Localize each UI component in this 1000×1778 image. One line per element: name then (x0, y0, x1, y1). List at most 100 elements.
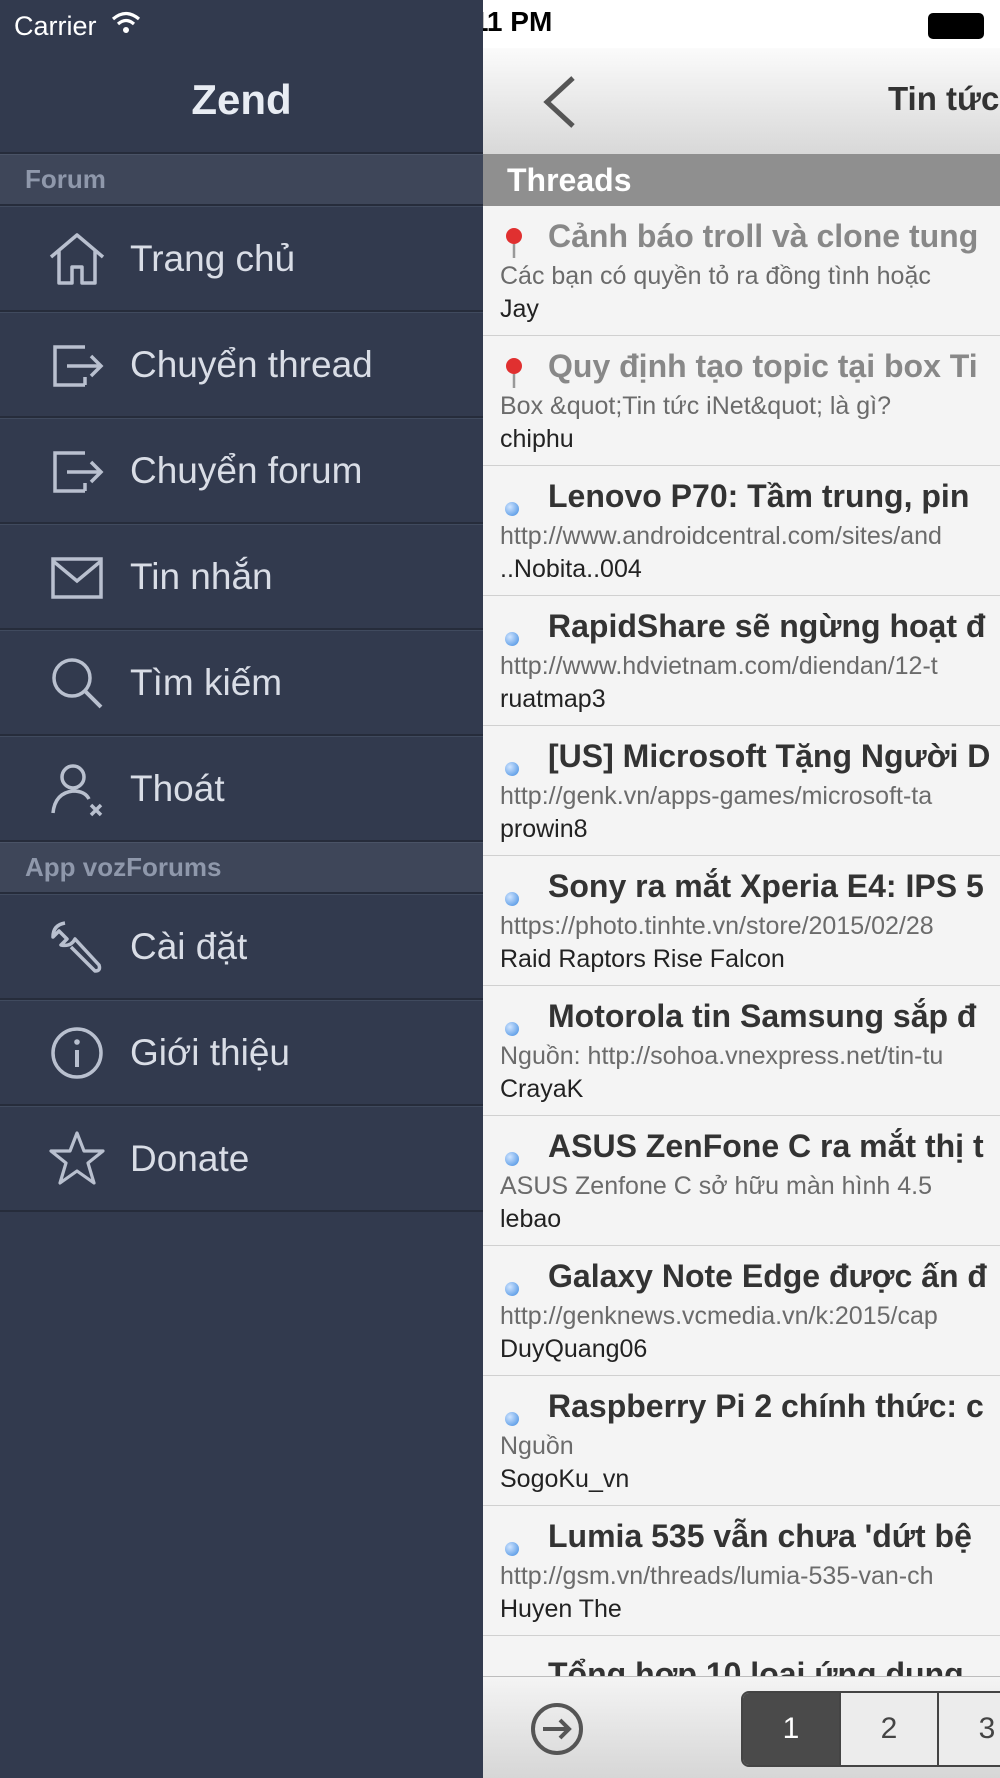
nav-title: Tin tức (888, 80, 1000, 117)
thread-title: Sony ra mắt Xperia E4: IPS 5 (548, 868, 984, 904)
thread-title: RapidShare sẽ ngừng hoạt đ (548, 608, 986, 644)
thread-title: Lenovo P70: Tầm trung, pin (548, 478, 970, 514)
thread-row[interactable]: [US] Microsoft Tặng Người D http://genk.… (483, 726, 1000, 856)
thread-snippet: http://genk.vn/apps-games/microsoft-ta (500, 782, 933, 810)
menu-item-search[interactable]: Tìm kiếm (0, 630, 483, 736)
status-bar-left: Carrier (14, 6, 141, 46)
section-header-forum: Forum (0, 154, 483, 206)
thread-snippet: http://gsm.vn/threads/lumia-535-van-ch (500, 1562, 934, 1590)
thread-row[interactable]: Cảnh báo troll và clone tung Các bạn có … (483, 206, 1000, 336)
menu-item-go-to-forum[interactable]: Chuyển forum (0, 418, 483, 524)
thread-snippet: http://www.androidcentral.com/sites/and (500, 522, 942, 550)
unread-dot-icon (505, 892, 519, 906)
menu-item-label: Tin nhắn (130, 555, 273, 597)
home-icon (42, 224, 112, 294)
menu-item-label: Donate (130, 1137, 250, 1179)
go-to-thread-icon (42, 330, 112, 400)
thread-author: Raid Raptors Rise Falcon (500, 945, 785, 973)
thread-author: Huyen The (500, 1595, 622, 1623)
thread-snippet: ASUS Zenfone C sở hữu màn hình 4.5 (500, 1172, 932, 1200)
menu-item-label: Trang chủ (130, 237, 296, 279)
menu-item-label: Giới thiệu (130, 1031, 290, 1073)
menu-item-messages[interactable]: Tin nhắn (0, 524, 483, 630)
thread-row[interactable]: Galaxy Note Edge được ấn đ http://genkne… (483, 1246, 1000, 1376)
menu-item-label: Cài đặt (130, 925, 248, 967)
thread-snippet: Box &quot;Tin tức iNet&quot; là gì? (500, 392, 892, 420)
thread-row-partial[interactable]: Tổng hợp 10 loại ứng dụng (483, 1646, 1000, 1676)
menu-item-label: Chuyển thread (130, 343, 373, 385)
thread-list-panel: 7:11 PM Tin tức Threads Cảnh báo troll v… (483, 0, 1000, 1778)
page-selector: 1 2 3 (741, 1691, 1000, 1767)
thread-snippet: Nguồn: http://sohoa.vnexpress.net/tin-tu (500, 1042, 944, 1070)
thread-row[interactable]: Lumia 535 vẫn chưa 'dứt bệ http://gsm.vn… (483, 1506, 1000, 1636)
thread-row[interactable]: Quy định tạo topic tại box Ti Box &quot;… (483, 336, 1000, 466)
thread-author: lebao (500, 1205, 562, 1233)
thread-snippet: http://www.hdvietnam.com/diendan/12-t (500, 652, 938, 680)
go-arrow-circle-icon[interactable] (529, 1701, 585, 1757)
status-time: 7:11 PM (483, 6, 553, 37)
pin-icon (501, 226, 527, 260)
mail-icon (42, 542, 112, 612)
menu-item-home[interactable]: Trang chủ (0, 206, 483, 312)
thread-title: Motorola tin Samsung sắp đ (548, 998, 977, 1034)
thread-snippet: Nguồn (500, 1432, 574, 1460)
threads-section-header: Threads (483, 154, 1000, 206)
section-header-app: App vozForums (0, 842, 483, 894)
page-button-1[interactable]: 1 (743, 1693, 841, 1765)
thread-snippet: Các bạn có quyền tỏ ra đồng tình hoặc (500, 262, 931, 290)
drawer-title: Zend (0, 48, 483, 154)
pin-icon (501, 356, 527, 390)
page-button-3[interactable]: 3 (939, 1693, 1000, 1765)
page-button-2[interactable]: 2 (841, 1693, 939, 1765)
thread-row[interactable]: ASUS ZenFone C ra mắt thị t ASUS Zenfone… (483, 1116, 1000, 1246)
unread-dot-icon (505, 1412, 519, 1426)
thread-author: CrayaK (500, 1075, 584, 1103)
thread-title: Cảnh báo troll và clone tung (548, 218, 979, 254)
unread-dot-icon (505, 632, 519, 646)
thread-snippet: http://genknews.vcmedia.vn/k:2015/cap (500, 1302, 938, 1330)
unread-dot-icon (505, 1152, 519, 1166)
thread-title: Lumia 535 vẫn chưa 'dứt bệ (548, 1518, 972, 1554)
thread-row[interactable]: Sony ra mắt Xperia E4: IPS 5 https://pho… (483, 856, 1000, 986)
thread-row[interactable]: Lenovo P70: Tầm trung, pin http://www.an… (483, 466, 1000, 596)
thread-author: DuyQuang06 (500, 1335, 648, 1363)
thread-title: Quy định tạo topic tại box Ti (548, 348, 978, 384)
thread-list: Cảnh báo troll và clone tung Các bạn có … (483, 206, 1000, 1636)
thread-author: Jay (500, 295, 539, 323)
thread-title: Galaxy Note Edge được ấn đ (548, 1258, 987, 1294)
menu-item-label: Chuyển forum (130, 449, 363, 491)
star-icon (42, 1124, 112, 1194)
menu-item-settings[interactable]: Cài đặt (0, 894, 483, 1000)
thread-author: ruatmap3 (500, 685, 606, 713)
thread-row[interactable]: Motorola tin Samsung sắp đ Nguồn: http:/… (483, 986, 1000, 1116)
thread-author: ..Nobita..004 (500, 555, 642, 583)
bottom-toolbar: 1 2 3 (483, 1676, 1000, 1778)
menu-item-logout[interactable]: Thoát (0, 736, 483, 842)
go-to-forum-icon (42, 436, 112, 506)
battery-icon (928, 13, 984, 39)
thread-snippet: https://photo.tinhte.vn/store/2015/02/28 (500, 912, 934, 940)
menu-item-go-to-thread[interactable]: Chuyển thread (0, 312, 483, 418)
unread-dot-icon (505, 502, 519, 516)
menu-item-label: Thoát (130, 767, 225, 809)
settings-wrench-icon (42, 912, 112, 982)
menu-item-about[interactable]: Giới thiệu (0, 1000, 483, 1106)
thread-title: [US] Microsoft Tặng Người D (548, 738, 991, 774)
unread-dot-icon (505, 1022, 519, 1036)
unread-dot-icon (505, 1282, 519, 1296)
back-chevron-icon[interactable] (535, 72, 583, 132)
navigation-bar: Tin tức (483, 48, 1000, 155)
menu-item-label: Tìm kiếm (130, 661, 283, 703)
status-bar-right: 7:11 PM (483, 0, 1000, 48)
menu-item-donate[interactable]: Donate (0, 1106, 483, 1212)
thread-row[interactable]: RapidShare sẽ ngừng hoạt đ http://www.hd… (483, 596, 1000, 726)
thread-title: Tổng hợp 10 loại ứng dụng (548, 1656, 964, 1676)
thread-row[interactable]: Raspberry Pi 2 chính thức: c Nguồn SogoK… (483, 1376, 1000, 1506)
thread-author: SogoKu_vn (500, 1465, 630, 1493)
search-icon (42, 648, 112, 718)
logout-user-icon (42, 754, 112, 824)
thread-author: prowin8 (500, 815, 588, 843)
unread-dot-icon (505, 762, 519, 776)
thread-author: chiphu (500, 425, 574, 453)
side-drawer: Carrier Zend Forum Trang chủ Chuyển thre… (0, 0, 483, 1778)
